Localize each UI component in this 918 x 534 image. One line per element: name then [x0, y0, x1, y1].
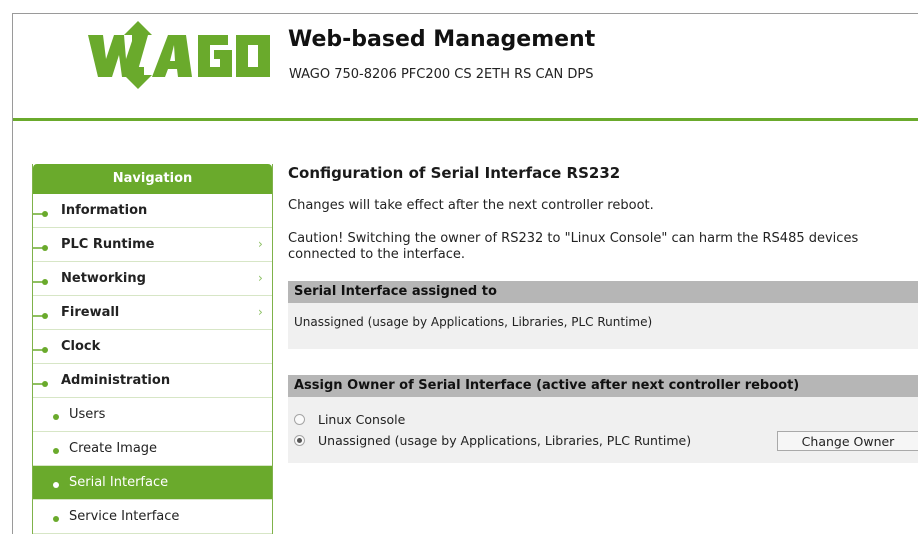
nav-dot-icon — [53, 448, 59, 454]
nav-item-label: Administration — [61, 373, 171, 388]
nav-subitem-users[interactable]: Users — [33, 398, 272, 432]
nav-item-label: Firewall — [61, 305, 120, 320]
nav-subitem-label: Service Interface — [69, 509, 180, 524]
option-label: Unassigned (usage by Applications, Libra… — [318, 433, 692, 448]
nav-item-firewall[interactable]: Firewall › — [33, 296, 272, 330]
nav-item-clock[interactable]: Clock — [33, 330, 272, 364]
navigation-title: Navigation — [33, 164, 272, 194]
nav-subitem-create-image[interactable]: Create Image — [33, 432, 272, 466]
chevron-right-icon: › — [258, 305, 263, 319]
header-divider — [13, 118, 918, 121]
change-owner-button[interactable]: Change Owner — [777, 431, 918, 451]
device-name: WAGO 750-8206 PFC200 CS 2ETH RS CAN DPS — [289, 67, 594, 82]
chevron-right-icon: › — [258, 237, 263, 251]
wago-logo — [88, 21, 270, 89]
nav-bullet-icon — [33, 245, 48, 251]
radio-unassigned[interactable] — [294, 435, 305, 446]
nav-item-administration[interactable]: Administration — [33, 364, 272, 398]
assigned-value: Unassigned (usage by Applications, Libra… — [294, 315, 653, 329]
nav-bullet-icon — [33, 313, 48, 319]
nav-item-plc-runtime[interactable]: PLC Runtime › — [33, 228, 272, 262]
assigned-panel-header: Serial Interface assigned to — [288, 281, 918, 303]
reboot-notice: Changes will take effect after the next … — [288, 198, 654, 213]
option-label: Linux Console — [318, 412, 406, 427]
nav-item-networking[interactable]: Networking › — [33, 262, 272, 296]
nav-item-label: Networking — [61, 271, 146, 286]
nav-item-label: Information — [61, 203, 148, 218]
app-title: Web-based Management — [288, 27, 596, 52]
page-frame-left-border — [12, 13, 13, 534]
nav-item-label: Clock — [61, 339, 101, 354]
nav-dot-icon — [53, 414, 59, 420]
nav-bullet-icon — [33, 381, 48, 387]
nav-subitem-service-interface[interactable]: Service Interface — [33, 500, 272, 534]
nav-dot-icon — [53, 482, 59, 488]
caution-notice: Caution! Switching the owner of RS232 to… — [288, 231, 859, 262]
page-title: Configuration of Serial Interface RS232 — [288, 164, 621, 182]
nav-bullet-icon — [33, 211, 48, 217]
nav-item-label: PLC Runtime — [61, 237, 155, 252]
nav-subitem-label: Users — [69, 407, 106, 422]
nav-subitem-serial-interface[interactable]: Serial Interface — [33, 466, 272, 500]
nav-item-information[interactable]: Information — [33, 194, 272, 228]
owner-panel-header: Assign Owner of Serial Interface (active… — [288, 375, 918, 397]
nav-subitem-label: Serial Interface — [69, 475, 169, 490]
assigned-panel-body: Unassigned (usage by Applications, Libra… — [288, 303, 918, 349]
nav-bullet-icon — [33, 279, 48, 285]
owner-panel-body: Linux Console Unassigned (usage by Appli… — [288, 397, 918, 463]
page-frame-top-border — [12, 13, 918, 14]
chevron-right-icon: › — [258, 271, 263, 285]
nav-dot-icon — [53, 516, 59, 522]
navigation-panel: Navigation Information PLC Runtime › Net… — [32, 164, 273, 534]
nav-subitem-label: Create Image — [69, 441, 158, 456]
radio-linux-console[interactable] — [294, 414, 305, 425]
nav-bullet-icon — [33, 347, 48, 353]
